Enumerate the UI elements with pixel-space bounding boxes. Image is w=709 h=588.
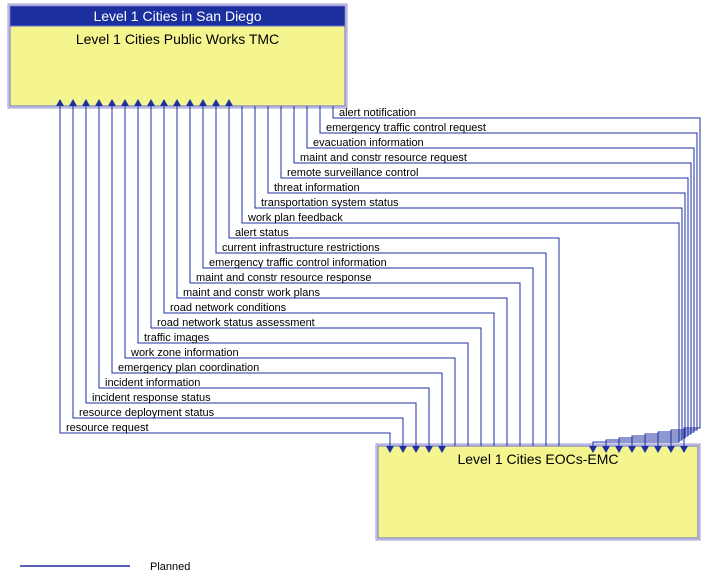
top-entity-box-title: Level 1 Cities Public Works TMC	[76, 31, 279, 47]
flow-label: incident information	[105, 377, 200, 389]
flow-label: maint and constr resource response	[196, 272, 371, 284]
legend: Planned	[20, 561, 190, 573]
flow-label: maint and constr work plans	[183, 287, 320, 299]
flow-label: traffic images	[144, 332, 210, 344]
legend-planned-label: Planned	[150, 561, 190, 573]
flow-label: road network conditions	[170, 302, 287, 314]
flow-label: emergency plan coordination	[118, 362, 259, 374]
flow-label: evacuation information	[313, 137, 424, 149]
flow-label: work zone information	[130, 347, 239, 359]
flow-label: resource deployment status	[79, 407, 215, 419]
flow-label: alert notification	[339, 107, 416, 119]
flow-label: emergency traffic control request	[326, 122, 486, 134]
flow-label: maint and constr resource request	[300, 152, 467, 164]
flow-label: work plan feedback	[247, 212, 343, 224]
top-entity-box-header: Level 1 Cities in San Diego	[93, 8, 261, 24]
architecture-flow-diagram: Level 1 Cities in San Diego Level 1 Citie…	[0, 0, 709, 588]
flow-label: resource request	[66, 422, 149, 434]
flow-label: current infrastructure restrictions	[222, 242, 380, 254]
flow-label: remote surveillance control	[287, 167, 418, 179]
flow-label: alert status	[235, 227, 289, 239]
flow-label: threat information	[274, 182, 360, 194]
top-entity-box: Level 1 Cities in San Diego Level 1 Citie…	[8, 4, 347, 108]
flow-label: transportation system status	[261, 197, 399, 209]
bottom-entity-box: Level 1 Cities EOCs-EMC	[376, 444, 700, 540]
flow-label: incident response status	[92, 392, 211, 404]
bottom-entity-box-title: Level 1 Cities EOCs-EMC	[457, 451, 618, 467]
flow-label: road network status assessment	[157, 317, 315, 329]
flow-label: emergency traffic control information	[209, 257, 387, 269]
